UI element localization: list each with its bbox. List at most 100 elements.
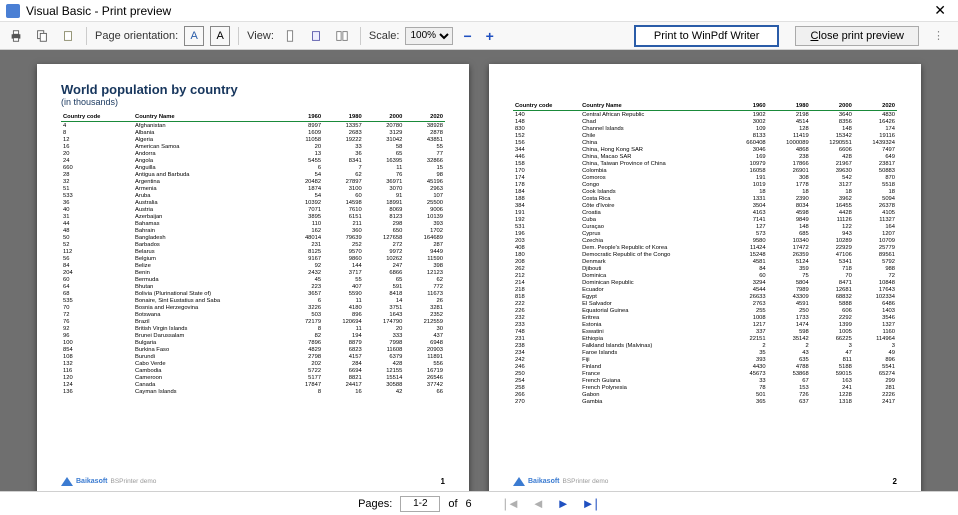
table-row: 226Equatorial Guinea2552506061403: [513, 307, 897, 314]
table-row: 72Botswana50389616432352: [61, 311, 445, 318]
table-row: 148Chad30024514835616426: [513, 118, 897, 125]
window-title: Visual Basic - Print preview: [26, 4, 928, 18]
data-table: Country codeCountry Name1960198020002020…: [61, 113, 445, 395]
column-header: 1960: [730, 102, 768, 111]
table-row: 60Bermuda45556562: [61, 276, 445, 283]
table-row: 178Congo1019177831275518: [513, 181, 897, 188]
table-row: 270Gambia36563713182417: [513, 398, 897, 405]
next-page-button[interactable]: ►: [555, 496, 572, 511]
logo-text: Baikasoft: [528, 478, 560, 485]
separator: [360, 27, 361, 45]
table-row: 246Finland4430478851885541: [513, 363, 897, 370]
first-page-button[interactable]: |◄: [502, 496, 522, 511]
page-orientation-label: Page orientation:: [95, 30, 178, 42]
logo-text: Baikasoft: [76, 478, 108, 485]
table-row: 68Bolivia (Plurinational State of)365755…: [61, 290, 445, 297]
table-row: 214Dominican Republic32945804847110848: [513, 279, 897, 286]
table-row: 36Australia10392145981899125500: [61, 199, 445, 206]
table-header-row: Country codeCountry Name1960198020002020: [513, 102, 897, 111]
column-header: 1980: [323, 113, 364, 122]
view-fit-page-icon[interactable]: [306, 26, 326, 46]
preview-workspace: World population by country (in thousand…: [0, 50, 958, 491]
data-table: Country codeCountry Name1960198020002020…: [513, 102, 897, 405]
table-row: 76Brazil72179120694174790212559: [61, 318, 445, 325]
table-row: 203Czechia9580103401028910709: [513, 237, 897, 244]
table-row: 8Albania1609268331292878: [61, 129, 445, 136]
table-header-row: Country codeCountry Name1960198020002020: [61, 113, 445, 122]
table-row: 196Cyprus5736859431207: [513, 230, 897, 237]
table-row: 156China660408100008912905511439324: [513, 139, 897, 146]
separator: [86, 27, 87, 45]
logo-icon: [61, 477, 73, 486]
column-header: Country code: [513, 102, 580, 111]
page-footer: Baikasoft BSPrinter demo 1: [61, 473, 445, 486]
print-icon[interactable]: [6, 26, 26, 46]
app-icon: [6, 4, 20, 18]
table-row: 16American Samoa20335855: [61, 143, 445, 150]
column-header: Country Name: [133, 113, 288, 122]
table-row: 232Eritrea1008173322923546: [513, 314, 897, 321]
table-row: 152Chile8133114191534219116: [513, 132, 897, 139]
toolbar: Page orientation: A A View: Scale: 100% …: [0, 22, 958, 50]
portrait-button[interactable]: A: [184, 26, 204, 46]
table-row: 40Austria7071761080699006: [61, 206, 445, 213]
table-row: 136Cayman Islands8164266: [61, 388, 445, 395]
landscape-button[interactable]: A: [210, 26, 230, 46]
logo-icon: [513, 477, 525, 486]
table-row: 184Cook Islands18181818: [513, 188, 897, 195]
table-row: 218Ecuador454479891268117643: [513, 286, 897, 293]
zoom-out-button[interactable]: −: [459, 28, 475, 44]
table-row: 174Comoros191308542870: [513, 174, 897, 181]
pages-total: 6: [466, 498, 472, 510]
close-icon[interactable]: ✕: [928, 2, 952, 19]
separator: [238, 27, 239, 45]
table-row: 158China, Taiwan Province of China109791…: [513, 160, 897, 167]
table-row: 170Colombia16058269013963050883: [513, 167, 897, 174]
column-header: Country Name: [580, 102, 730, 111]
close-preview-button[interactable]: Close print preview: [795, 26, 919, 46]
column-header: 2000: [811, 102, 854, 111]
table-body: 140Central African Republic1902219836404…: [513, 111, 897, 406]
table-row: 188Costa Rica1331239039625094: [513, 195, 897, 202]
copy-icon[interactable]: [32, 26, 52, 46]
table-row: 51Armenia1874310030702963: [61, 185, 445, 192]
table-row: 12Algeria11058192223104243851: [61, 136, 445, 143]
table-row: 238Falkland Islands (Malvinas)2233: [513, 342, 897, 349]
title-bar: Visual Basic - Print preview ✕: [0, 0, 958, 22]
table-row: 70Bosnia and Herzegovina3226418037513281: [61, 304, 445, 311]
zoom-in-button[interactable]: +: [482, 28, 498, 44]
more-options-icon[interactable]: ⋮: [933, 29, 944, 42]
view-label: View:: [247, 30, 274, 42]
table-row: 24Angola545583411639532866: [61, 157, 445, 164]
table-row: 191Croatia4163459844284105: [513, 209, 897, 216]
table-row: 20Andorra13366577: [61, 150, 445, 157]
table-row: 92British Virgin Islands8112030: [61, 325, 445, 332]
export-icon[interactable]: [58, 26, 78, 46]
column-header: 1960: [288, 113, 323, 122]
column-header: 2020: [854, 102, 897, 111]
table-row: 446China, Macao SAR169238428649: [513, 153, 897, 160]
prev-page-button[interactable]: ◄: [530, 496, 547, 511]
table-row: 208Denmark4581512453415792: [513, 258, 897, 265]
view-fit-width-icon[interactable]: [280, 26, 300, 46]
page-number: 2: [893, 477, 897, 486]
page-1: World population by country (in thousand…: [37, 64, 469, 491]
table-row: 830Channel Islands109128148174: [513, 125, 897, 132]
table-row: 124Canada17847244173058837742: [61, 381, 445, 388]
print-to-pdf-button[interactable]: Print to WinPdf Writer: [634, 25, 780, 47]
table-row: 4Afghanistan8997133572078038928: [61, 122, 445, 130]
table-row: 250France45673538685901565274: [513, 370, 897, 377]
view-two-page-icon[interactable]: [332, 26, 352, 46]
column-header: 2000: [364, 113, 405, 122]
table-row: 233Estonia1217147413991327: [513, 321, 897, 328]
zoom-select[interactable]: 100%: [405, 27, 453, 45]
table-row: 48Bahrain1623606501702: [61, 227, 445, 234]
table-row: 533Aruba546091107: [61, 192, 445, 199]
table-row: 84Belize92144247398: [61, 262, 445, 269]
pages-input[interactable]: [400, 496, 440, 512]
column-header: 2020: [404, 113, 445, 122]
table-row: 140Central African Republic1902219836404…: [513, 111, 897, 119]
table-row: 234Faroe Islands35434749: [513, 349, 897, 356]
table-row: 100Bulgaria7896887979986948: [61, 339, 445, 346]
last-page-button[interactable]: ►|: [580, 496, 600, 511]
